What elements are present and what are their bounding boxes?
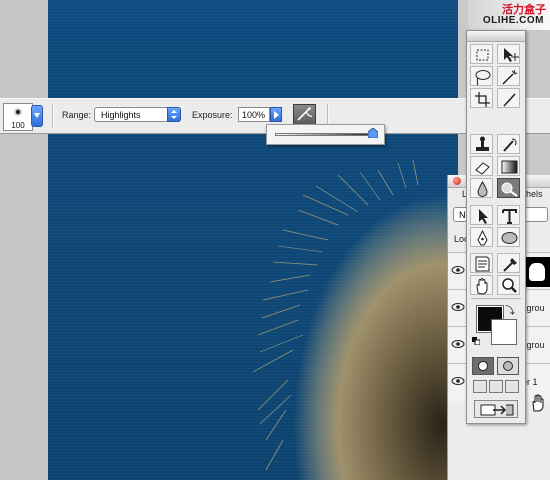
close-icon[interactable] xyxy=(453,177,461,185)
dodge-tool[interactable] xyxy=(497,178,520,198)
gradient-icon xyxy=(501,160,518,174)
path-selection-tool[interactable] xyxy=(470,205,493,225)
lasso-tool[interactable] xyxy=(470,66,493,86)
shape-tool[interactable] xyxy=(497,227,520,247)
water-drop-icon xyxy=(477,181,488,197)
brush-tip-icon xyxy=(16,110,20,114)
crop-tool[interactable] xyxy=(470,88,493,108)
exposure-value: 100% xyxy=(242,110,266,120)
layer-mask-thumbnail[interactable] xyxy=(524,257,550,287)
magic-wand-tool[interactable] xyxy=(497,66,520,86)
marquee-tool[interactable] xyxy=(470,44,493,64)
eyedropper-icon xyxy=(503,258,517,272)
range-select[interactable]: Highlights xyxy=(94,107,181,122)
standard-screen-button[interactable] xyxy=(473,380,487,393)
quick-mask-icon xyxy=(503,361,513,371)
exposure-slider-thumb[interactable] xyxy=(368,128,378,138)
full-screen-button[interactable] xyxy=(505,380,519,393)
ellipse-icon xyxy=(501,232,518,244)
stamp-tool[interactable] xyxy=(470,134,493,154)
full-screen-menu-button[interactable] xyxy=(489,380,503,393)
note-icon xyxy=(475,256,490,272)
standard-mode-button[interactable] xyxy=(472,357,494,375)
eye-icon[interactable] xyxy=(451,376,465,386)
tab-channels[interactable]: hels xyxy=(526,189,543,203)
hand-tool[interactable] xyxy=(470,275,493,295)
marquee-icon xyxy=(476,49,489,61)
slice-tool[interactable] xyxy=(497,88,520,108)
triangle-right-icon xyxy=(274,111,279,119)
type-icon xyxy=(502,209,517,224)
type-tool[interactable] xyxy=(497,205,520,225)
left-dock-strip xyxy=(0,0,49,480)
crop-icon xyxy=(475,92,490,107)
exposure-slider-popup xyxy=(266,124,385,145)
blur-tool[interactable] xyxy=(470,178,493,198)
swap-colors-icon[interactable]: ⤵ xyxy=(505,302,515,317)
jump-to-icon xyxy=(480,404,514,416)
range-label: Range: xyxy=(62,110,92,120)
magic-wand-icon xyxy=(502,69,518,85)
zoom-icon xyxy=(502,278,517,293)
move-icon xyxy=(504,48,519,62)
eye-icon[interactable] xyxy=(451,265,465,275)
eyedropper-tool[interactable] xyxy=(497,253,520,273)
fur-image xyxy=(252,159,458,480)
eraser-icon xyxy=(475,162,490,175)
move-tool[interactable] xyxy=(497,44,520,64)
gradient-tool[interactable] xyxy=(497,156,520,176)
history-brush-icon xyxy=(503,138,517,152)
default-colors-icon[interactable] xyxy=(472,337,480,345)
quick-mask-button[interactable] xyxy=(497,357,519,375)
exposure-label: Exposure: xyxy=(192,110,233,120)
notes-tool[interactable] xyxy=(470,253,493,273)
chevron-down-icon xyxy=(34,113,40,118)
options-divider xyxy=(52,104,53,128)
pen-icon xyxy=(477,229,488,246)
hand-icon xyxy=(476,278,488,295)
site-watermark: 活力盒子 OLIHE.COM xyxy=(468,0,550,30)
dodge-icon xyxy=(501,182,518,197)
background-color-swatch[interactable] xyxy=(491,319,517,345)
tools-titlebar[interactable] xyxy=(467,31,525,42)
airbrush-icon xyxy=(297,107,313,121)
eraser-tool[interactable] xyxy=(470,156,493,176)
jump-to-imageready-button[interactable] xyxy=(474,400,518,418)
stamp-icon xyxy=(476,136,489,151)
airbrush-button[interactable] xyxy=(293,104,316,125)
range-value: Highlights xyxy=(101,110,141,120)
zoom-tool[interactable] xyxy=(497,275,520,295)
brush-dropdown-button[interactable] xyxy=(31,105,43,127)
arrow-icon xyxy=(479,209,488,224)
select-arrows-icon xyxy=(167,107,181,122)
document-canvas[interactable] xyxy=(48,0,458,480)
tools-palette: ⤵ xyxy=(466,30,526,424)
standard-mode-icon xyxy=(478,361,488,371)
eye-icon[interactable] xyxy=(451,339,465,349)
lasso-icon xyxy=(475,70,491,86)
exposure-slider-track[interactable] xyxy=(275,133,373,136)
exposure-slider-toggle[interactable] xyxy=(270,107,282,122)
eye-icon[interactable] xyxy=(451,302,465,312)
watermark-en: OLIHE.COM xyxy=(482,15,544,26)
tools-divider xyxy=(471,298,521,299)
history-brush-tool[interactable] xyxy=(497,134,520,154)
exposure-input[interactable]: 100% xyxy=(238,107,270,122)
brush-preset-picker[interactable]: 100 xyxy=(3,103,33,131)
pen-tool[interactable] xyxy=(470,227,493,247)
brush-size-label: 100 xyxy=(11,121,25,130)
hand-cursor-icon xyxy=(532,394,544,412)
slice-icon xyxy=(503,93,516,107)
